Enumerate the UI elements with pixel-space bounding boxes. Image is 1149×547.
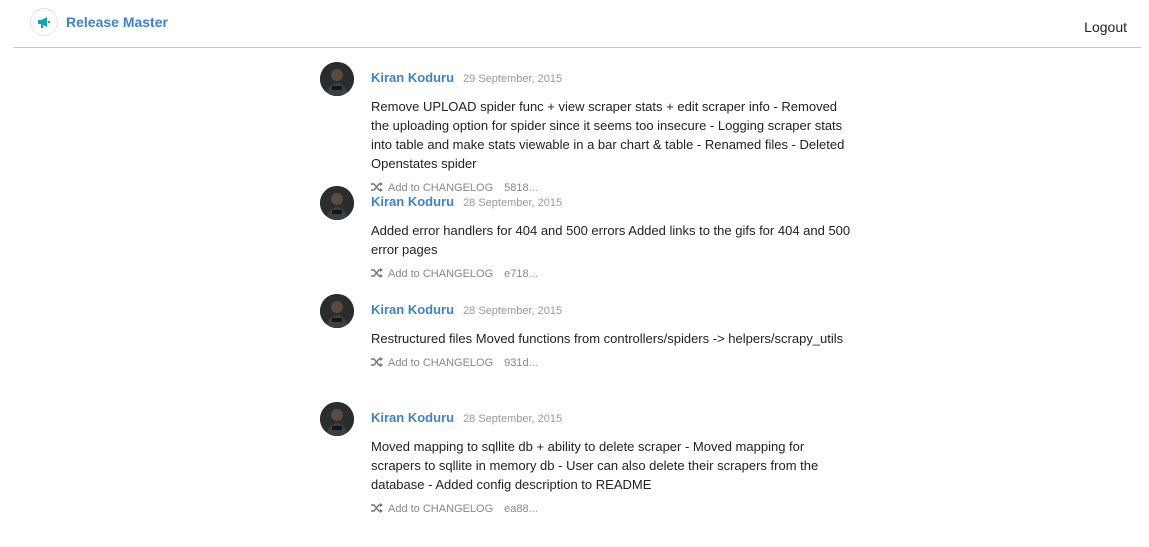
author-name[interactable]: Kiran Koduru	[371, 71, 454, 84]
add-to-changelog-button[interactable]: Add to CHANGELOG	[371, 502, 494, 516]
brand-link[interactable]: Release Master	[30, 7, 168, 37]
commit-meta: Kiran Koduru 28 September, 2015	[371, 402, 860, 425]
megaphone-icon	[30, 8, 58, 36]
commit-message: Remove UPLOAD spider func + view scraper…	[371, 99, 845, 171]
commit-date: 29 September, 2015	[463, 73, 563, 85]
add-to-changelog-label: Add to CHANGELOG	[388, 268, 494, 280]
avatar[interactable]	[320, 62, 354, 96]
shuffle-icon	[371, 502, 383, 516]
add-to-changelog-label: Add to CHANGELOG	[388, 357, 494, 369]
commit-meta: Kiran Koduru 28 September, 2015	[371, 294, 860, 317]
commit-date: 28 September, 2015	[463, 413, 563, 425]
commit-sha[interactable]: ea88...	[504, 503, 538, 515]
commit-meta: Kiran Koduru 28 September, 2015	[371, 186, 860, 209]
top-navbar: Release Master Logout	[14, 0, 1141, 48]
commit-meta: Kiran Koduru 29 September, 2015	[371, 62, 860, 85]
commit-item: Kiran Koduru 29 September, 2015 Remove U…	[320, 62, 860, 194]
commit-actions: Add to CHANGELOG ea88...	[371, 501, 860, 517]
commit-message: Restructured files Moved functions from …	[371, 331, 844, 346]
commit-actions: Add to CHANGELOG 931d...	[371, 355, 860, 371]
commit-actions: Add to CHANGELOG e718...	[371, 266, 860, 282]
commit-message: Added error handlers for 404 and 500 err…	[371, 223, 851, 257]
add-to-changelog-button[interactable]: Add to CHANGELOG	[371, 267, 494, 281]
avatar[interactable]	[320, 294, 354, 328]
author-name[interactable]: Kiran Koduru	[371, 303, 454, 316]
shuffle-icon	[371, 267, 383, 281]
commit-item: Kiran Koduru 28 September, 2015 Moved ma…	[320, 402, 860, 515]
commit-feed: Kiran Koduru 29 September, 2015 Remove U…	[320, 62, 860, 515]
commit-date: 28 September, 2015	[463, 305, 563, 317]
commit-sha[interactable]: 931d...	[504, 357, 538, 369]
brand-name: Release Master	[66, 14, 168, 30]
avatar[interactable]	[320, 186, 354, 220]
commit-sha[interactable]: e718...	[504, 268, 538, 280]
author-name[interactable]: Kiran Koduru	[371, 411, 454, 424]
commit-item: Kiran Koduru 28 September, 2015 Restruct…	[320, 294, 860, 402]
commit-item: Kiran Koduru 28 September, 2015 Added er…	[320, 186, 860, 294]
author-name[interactable]: Kiran Koduru	[371, 195, 454, 208]
logout-link[interactable]: Logout	[1084, 19, 1127, 35]
shuffle-icon	[371, 356, 383, 370]
add-to-changelog-button[interactable]: Add to CHANGELOG	[371, 356, 494, 370]
commit-message: Moved mapping to sqllite db + ability to…	[371, 439, 819, 492]
commit-date: 28 September, 2015	[463, 197, 563, 209]
add-to-changelog-label: Add to CHANGELOG	[388, 503, 494, 515]
avatar[interactable]	[320, 402, 354, 436]
